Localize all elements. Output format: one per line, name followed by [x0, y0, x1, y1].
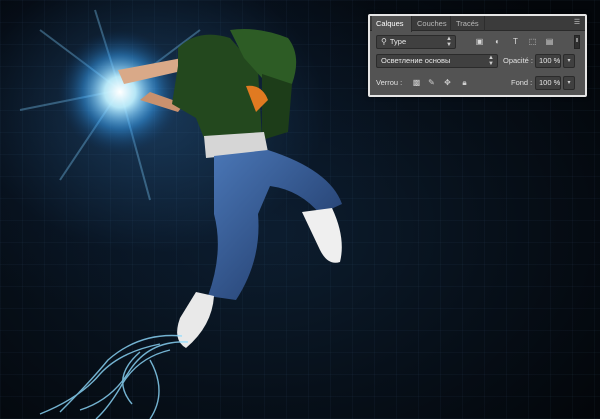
tab-paths[interactable]: Tracés [452, 16, 485, 31]
opacity-label: Opacité : [503, 56, 534, 65]
search-icon: ⚲ [381, 37, 387, 46]
fill-label: Fond : [511, 78, 533, 87]
blend-mode-select[interactable]: Осветление основы ▲ ▼ [376, 54, 498, 68]
layer-filter-value: Type [389, 37, 407, 46]
lock-row: Verrou : ▩ ✎ ✥ 🔒︎ Fond : 100 % ▾ [376, 76, 579, 90]
hand-glow [58, 30, 182, 154]
tab-channels[interactable]: Couches [413, 16, 451, 31]
lock-transparent-pixels-icon[interactable]: ▩ [411, 77, 422, 89]
fill-dropdown-button[interactable]: ▾ [563, 76, 575, 90]
lock-image-pixels-icon[interactable]: ✎ [426, 77, 437, 89]
layer-filter-select[interactable]: ⚲ Type ▲ ▼ [376, 35, 456, 49]
blend-mode-value: Осветление основы [381, 56, 451, 65]
light-trails [39, 334, 189, 419]
opacity-input[interactable]: 100 % [535, 54, 561, 68]
lock-all-icon[interactable]: 🔒︎ [459, 77, 470, 89]
tab-layers[interactable]: Calques [372, 16, 412, 32]
lock-label: Verrou : [376, 78, 403, 87]
layers-panel: Calques Couches Tracés ☰ ⚲ Type ▲ ▼ ▣ ◐ T … [368, 14, 587, 97]
adjustment-layer-filter-icon[interactable]: ◐ [492, 35, 503, 48]
pixel-layer-filter-icon[interactable]: ▣ [474, 35, 485, 48]
filter-toggle-switch[interactable] [574, 35, 580, 49]
select-arrows-icon: ▲ ▼ [488, 55, 494, 67]
panel-menu-icon[interactable]: ☰ [572, 18, 582, 28]
panel-tab-bar: Calques Couches Tracés ☰ [370, 16, 585, 32]
opacity-dropdown-button[interactable]: ▾ [563, 54, 575, 68]
lock-position-icon[interactable]: ✥ [442, 77, 453, 89]
select-arrows-icon: ▲ ▼ [446, 36, 452, 48]
type-layer-filter-icon[interactable]: T [510, 35, 521, 48]
fill-input[interactable]: 100 % [535, 76, 561, 90]
blend-row: Осветление основы ▲ ▼ Opacité : 100 % ▾ [376, 54, 579, 68]
layer-filter-row: ⚲ Type ▲ ▼ ▣ ◐ T ⬚ ▤ [376, 35, 580, 49]
smart-object-filter-icon[interactable]: ▤ [544, 35, 555, 48]
shape-layer-filter-icon[interactable]: ⬚ [527, 35, 538, 48]
dancer-figure [118, 29, 342, 348]
